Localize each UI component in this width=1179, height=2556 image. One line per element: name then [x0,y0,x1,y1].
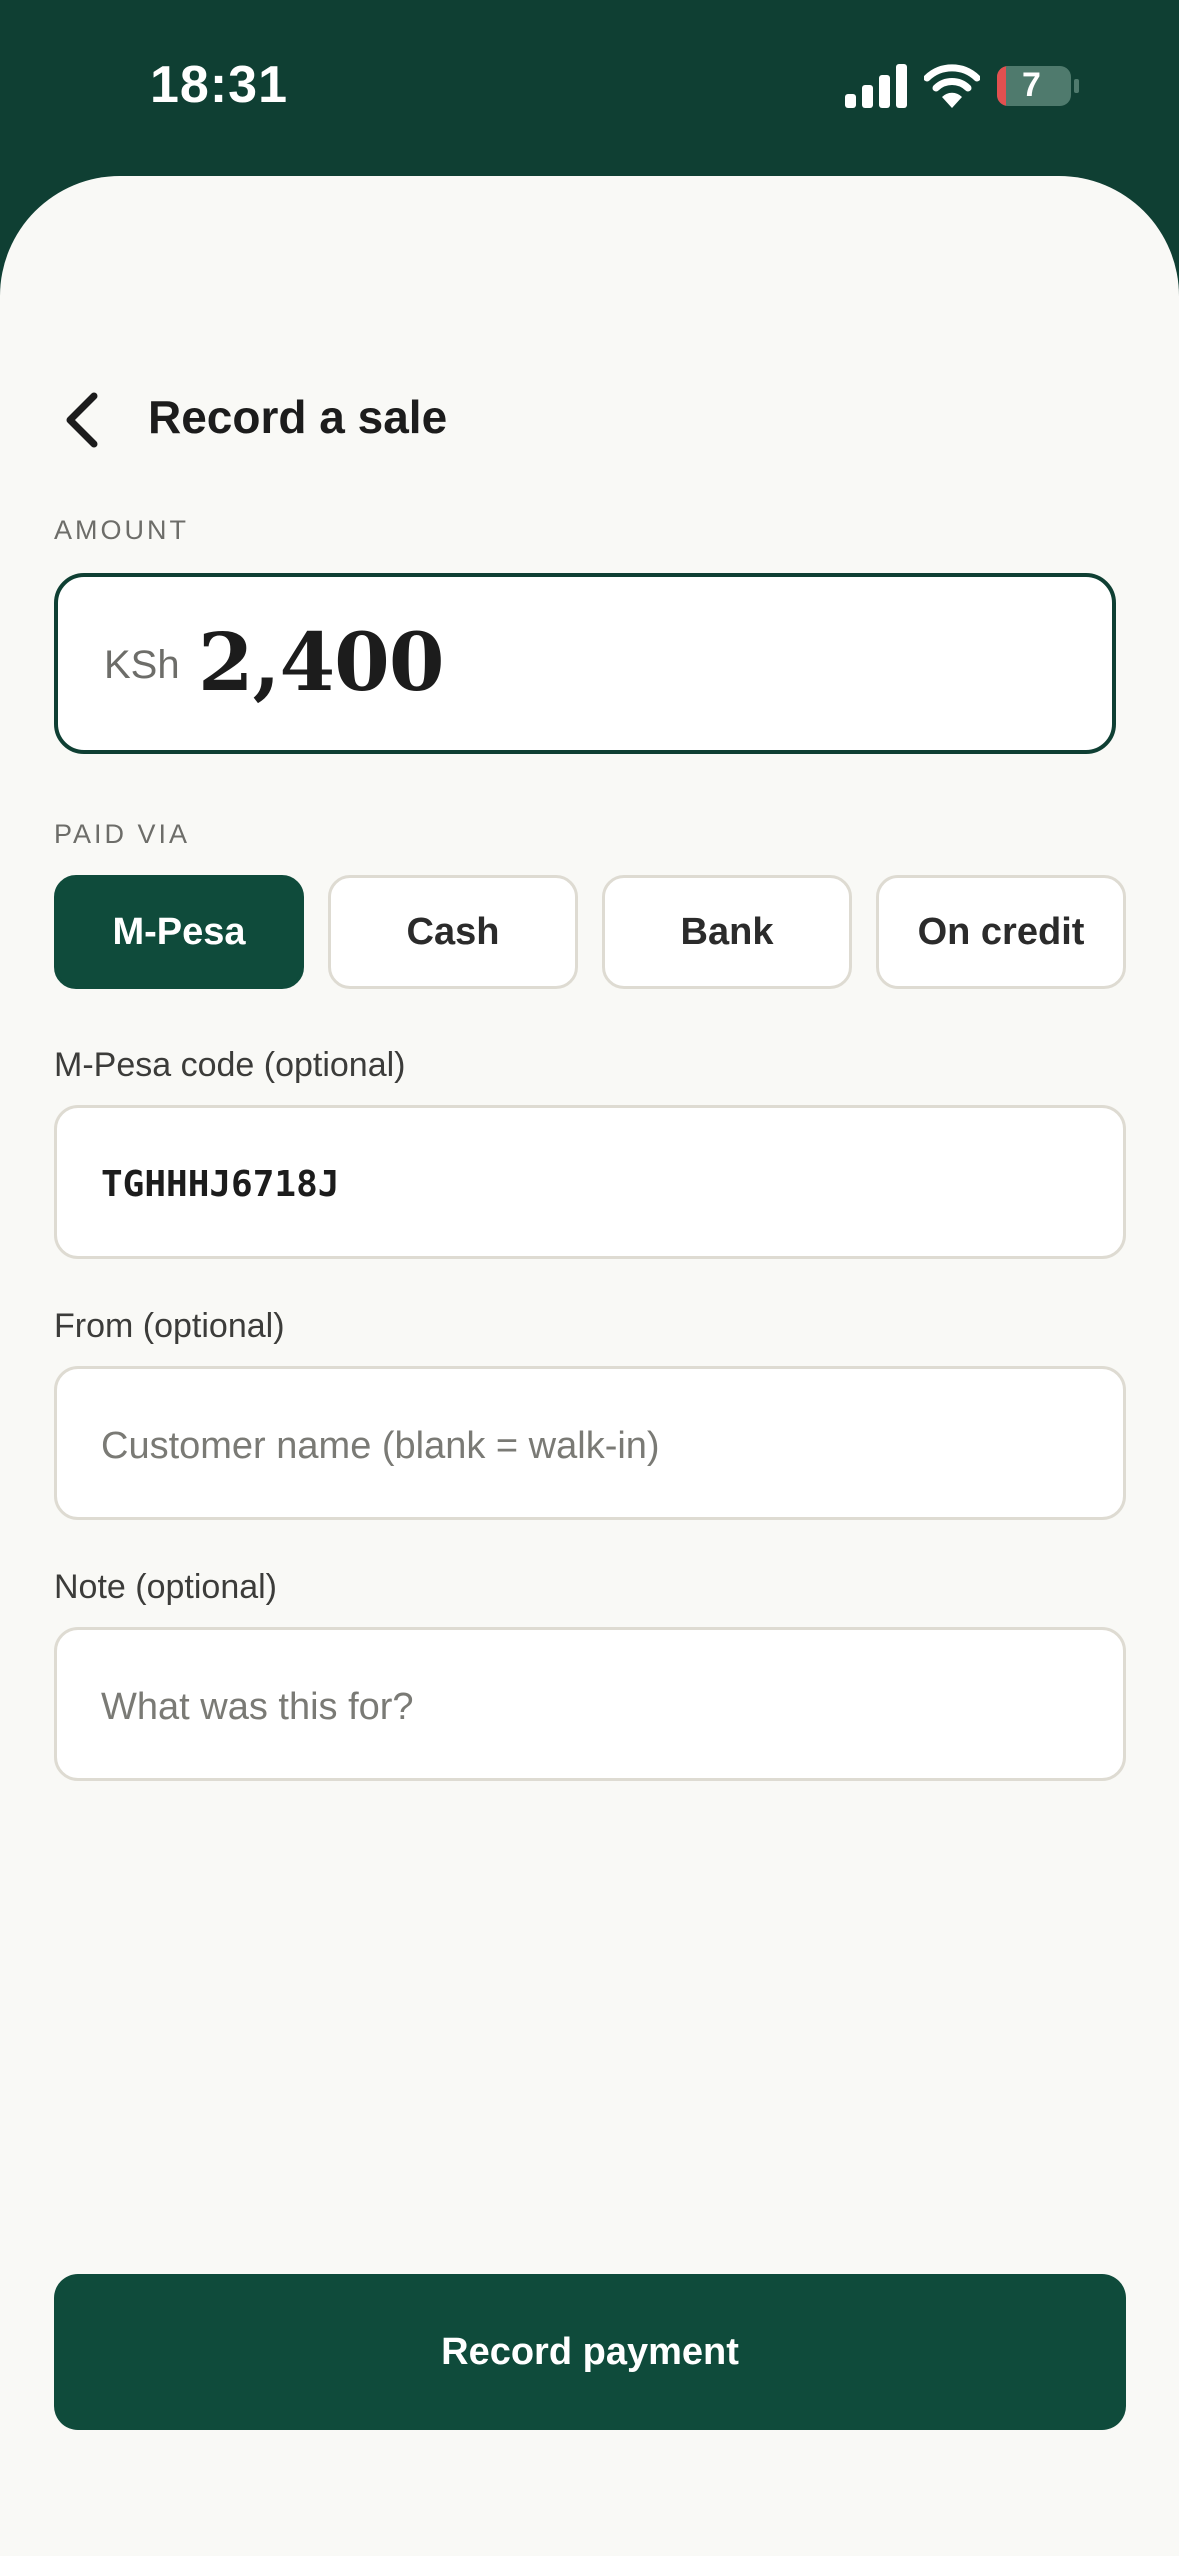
payment-option-cash[interactable]: Cash [328,875,578,989]
mpesa-code-input[interactable]: TGHHHJ6718J [54,1105,1126,1259]
record-payment-button[interactable]: Record payment [54,2274,1126,2430]
customer-name-input[interactable]: Customer name (blank = walk-in) [54,1366,1126,1520]
payment-option-bank[interactable]: Bank [602,875,852,989]
payment-method-selector: M-Pesa Cash Bank On credit [54,875,1126,989]
amount-input[interactable]: KSh 2,400 [54,573,1116,754]
note-label: Note (optional) [54,1568,278,1606]
paid-via-label: PAID VIA [54,819,191,849]
battery-icon: 7 [996,64,1080,108]
mpesa-code-value: TGHHHJ6718J [101,1164,340,1205]
note-input[interactable]: What was this for? [54,1627,1126,1781]
header: Record a sale [54,380,1124,460]
amount-value: 2,400 [198,615,445,709]
status-time: 18:31 [150,56,288,114]
from-label: From (optional) [54,1307,285,1345]
cellular-signal-icon [845,64,907,108]
currency-label: KSh [104,643,180,687]
payment-option-mpesa[interactable]: M-Pesa [54,875,304,989]
back-chevron-icon[interactable] [54,386,114,454]
mpesa-code-label: M-Pesa code (optional) [54,1046,406,1084]
payment-option-on-credit[interactable]: On credit [876,875,1126,989]
status-bar: 18:31 7 [0,0,1179,180]
customer-name-placeholder: Customer name (blank = walk-in) [101,1425,660,1467]
note-placeholder: What was this for? [101,1686,414,1728]
wifi-icon [924,64,980,108]
amount-label: AMOUNT [54,515,189,545]
battery-level: 7 [1022,66,1041,104]
page-title: Record a sale [148,391,448,443]
